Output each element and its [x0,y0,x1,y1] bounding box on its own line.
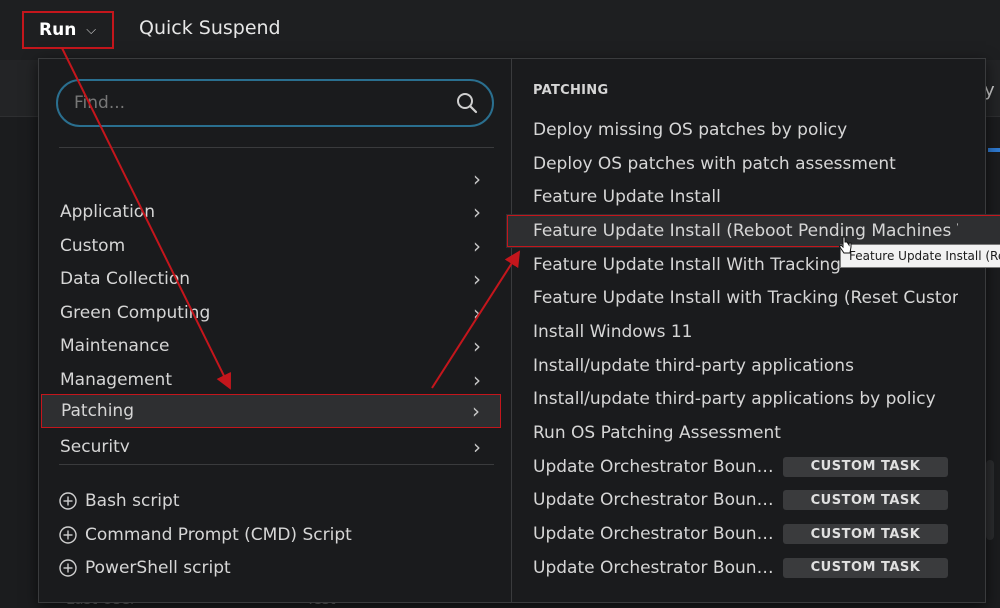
section-heading: PATCHING [533,83,609,98]
chevron-right-icon: › [473,267,481,291]
run-dropdown-menu: › Application› Custom› Data Collection› … [38,58,1000,603]
search-icon[interactable] [456,92,478,114]
background-scrollbar [986,460,994,540]
category-item-data-collection[interactable]: Data Collection › [41,262,501,296]
divider [59,464,494,465]
task-item[interactable]: Install Windows 11 [512,315,986,349]
category-item-management[interactable]: Management › [41,363,501,397]
chevron-right-icon: › [473,234,481,258]
top-toolbar: Run ⌵ Quick Suspend [0,0,1000,60]
run-label: Run [39,20,77,40]
add-cmd-script-button[interactable]: Command Prompt (CMD) Script [59,520,352,550]
task-item[interactable]: Update Orchestrator Bounc... CUSTOM TASK [512,484,986,518]
chevron-right-icon: › [472,399,480,423]
task-item[interactable]: Update Orchestrator Bounc... CUSTOM TASK [512,551,986,585]
task-item[interactable]: Install/update third-party applications [512,349,986,383]
custom-task-badge: CUSTOM TASK [783,490,948,511]
task-item[interactable]: Feature Update Install [512,180,986,214]
task-item[interactable]: Install/update third-party applications … [512,383,986,417]
chevron-right-icon: › [473,301,481,325]
quick-suspend-button[interactable]: Quick Suspend [139,17,281,39]
chevron-right-icon: › [473,167,481,191]
script-label: PowerShell script [85,558,231,578]
plus-circle-icon [59,492,77,510]
category-item-patching[interactable]: Patching › [41,394,501,428]
accent-bar [988,148,1000,152]
chevron-right-icon: › [473,200,481,224]
plus-circle-icon [59,526,77,544]
script-label: Command Prompt (CMD) Script [85,525,352,545]
script-label: Bash script [85,491,180,511]
chevron-right-icon: › [473,435,481,452]
custom-task-badge: CUSTOM TASK [783,456,948,477]
chevron-right-icon: › [473,368,481,392]
tooltip: Feature Update Install (Reb [840,244,1000,268]
chevron-down-icon: ⌵ [86,22,97,38]
task-item[interactable]: Update Orchestrator Bounc... CUSTOM TASK [512,517,986,551]
patching-task-list: Deploy missing OS patches by policy Depl… [506,113,1000,585]
search-input[interactable] [72,92,456,114]
patching-panel: PATCHING Deploy missing OS patches by po… [506,59,1000,602]
category-list: › Application › Custom › Data Collection › … [39,162,511,452]
add-bash-script-button[interactable]: Bash script [59,486,180,516]
task-item[interactable]: Deploy OS patches with patch assessment [512,147,986,181]
divider [59,147,494,148]
run-button[interactable]: Run ⌵ [22,11,114,49]
category-item-maintenance[interactable]: Maintenance › [41,329,501,363]
custom-task-badge: CUSTOM TASK [783,524,948,545]
custom-task-badge: CUSTOM TASK [783,557,948,578]
category-item-application[interactable]: Application › [41,195,501,229]
hand-cursor-icon [838,236,852,254]
task-item[interactable]: Run OS Patching Assessment [512,416,986,450]
plus-circle-icon [59,559,77,577]
category-item-custom[interactable]: Custom › [41,229,501,263]
add-powershell-script-button[interactable]: PowerShell script [59,553,231,583]
chevron-right-icon: › [473,334,481,358]
category-item-green-computing[interactable]: Green Computing › [41,296,501,330]
category-item-security[interactable]: Security › [41,430,501,452]
category-panel: › Application› Custom› Data Collection› … [39,59,512,602]
task-item[interactable]: Feature Update Install with Tracking (Re… [512,281,986,315]
task-item-hovered[interactable]: Feature Update Install (Reboot Pending M… [506,214,1000,248]
task-item[interactable]: Deploy missing OS patches by policy [512,113,986,147]
search-box[interactable] [56,79,494,127]
category-item-unnamed[interactable]: › [41,162,501,196]
task-item[interactable]: Update Orchestrator Bouncer CUSTOM TASK [512,450,986,484]
